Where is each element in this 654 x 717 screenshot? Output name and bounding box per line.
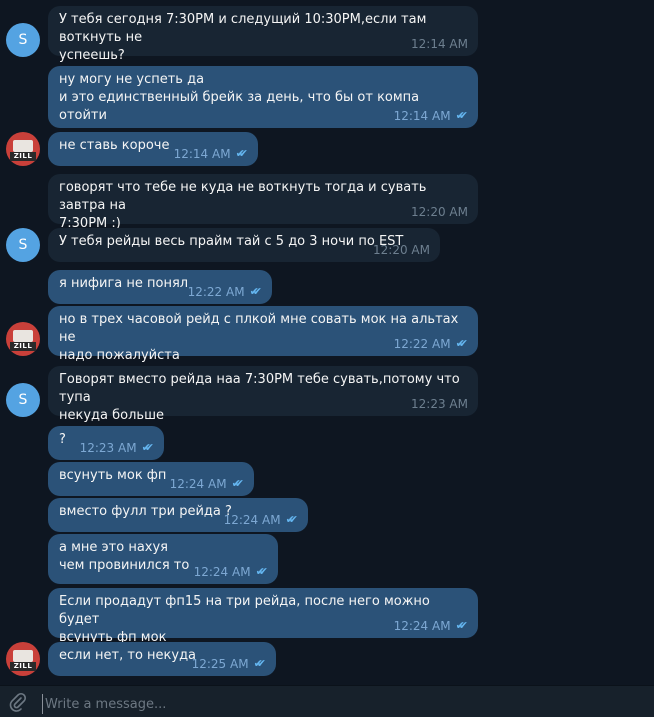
outgoing-message[interactable]: я нифига не понял 12:22 AM ✔✔ bbox=[48, 270, 272, 304]
chat-history: У тебя сегодня 7:30PM и следущий 10:30PM… bbox=[0, 0, 654, 685]
avatar-contact[interactable]: S bbox=[6, 228, 40, 262]
avatar-initial: S bbox=[18, 237, 28, 253]
avatar-self[interactable]: ZILL bbox=[6, 322, 40, 356]
avatar-contact[interactable]: S bbox=[6, 383, 40, 417]
outgoing-message[interactable]: но в трех часовой рейд с плкой мне соват… bbox=[48, 306, 478, 363]
message-meta: 12:25 AM ✔✔ bbox=[191, 657, 267, 671]
double-check-icon: ✔✔ bbox=[231, 477, 245, 490]
message-timestamp: 12:22 AM bbox=[187, 285, 245, 299]
outgoing-message[interactable]: если нет, то некуда 12:25 AM ✔✔ bbox=[48, 642, 276, 676]
message-text: ? bbox=[59, 432, 66, 447]
message-meta: 12:24 AM ✔✔ bbox=[169, 477, 245, 491]
message-meta: 12:23 AM bbox=[411, 397, 468, 411]
double-check-icon: ✔✔ bbox=[253, 657, 267, 670]
message-text: У тебя рейды весь прайм тай с 5 до 3 ноч… bbox=[59, 234, 404, 249]
paperclip-icon[interactable] bbox=[8, 692, 28, 712]
message-timestamp: 12:20 AM bbox=[411, 205, 468, 219]
message-text: ну могу не успеть да и это единственный … bbox=[59, 72, 420, 123]
avatar-label: ZILL bbox=[10, 342, 36, 351]
message-text: вместо фулл три рейда ? bbox=[59, 504, 232, 519]
message-text: я нифига не понял bbox=[59, 276, 189, 291]
incoming-message[interactable]: говорят что тебе не куда не воткнуть тог… bbox=[48, 174, 478, 231]
message-timestamp: 12:22 AM bbox=[393, 337, 451, 351]
double-check-icon: ✔✔ bbox=[235, 147, 249, 160]
outgoing-message[interactable]: не ставь короче 12:14 AM ✔✔ bbox=[48, 132, 258, 166]
avatar-self[interactable]: ZILL bbox=[6, 132, 40, 166]
message-timestamp: 12:25 AM bbox=[191, 657, 249, 671]
avatar-label: ZILL bbox=[10, 152, 36, 161]
message-timestamp: 12:24 AM bbox=[393, 619, 451, 633]
message-meta: 12:24 AM ✔✔ bbox=[193, 565, 269, 579]
avatar-initial: S bbox=[18, 32, 28, 48]
avatar-self[interactable]: ZILL bbox=[6, 642, 40, 676]
double-check-icon: ✔✔ bbox=[455, 337, 469, 350]
avatar-image bbox=[13, 330, 33, 342]
double-check-icon: ✔✔ bbox=[249, 285, 263, 298]
message-input[interactable] bbox=[42, 694, 602, 714]
message-timestamp: 12:14 AM bbox=[411, 37, 468, 51]
double-check-icon: ✔✔ bbox=[455, 619, 469, 632]
outgoing-message[interactable]: ну могу не успеть да и это единственный … bbox=[48, 66, 478, 128]
message-timestamp: 12:23 AM bbox=[79, 441, 137, 455]
double-check-icon: ✔✔ bbox=[141, 441, 155, 454]
message-text: если нет, то некуда bbox=[59, 648, 197, 663]
message-text: говорят что тебе не куда не воткнуть тог… bbox=[59, 180, 427, 231]
message-text: всунуть мок фп bbox=[59, 468, 167, 483]
double-check-icon: ✔✔ bbox=[285, 513, 299, 526]
message-meta: 12:22 AM ✔✔ bbox=[393, 337, 469, 351]
avatar-label: ZILL bbox=[10, 662, 36, 671]
incoming-message[interactable]: У тебя рейды весь прайм тай с 5 до 3 ноч… bbox=[48, 228, 440, 262]
incoming-message[interactable]: Говорят вместо рейда наа 7:30PM тебе сув… bbox=[48, 366, 478, 423]
message-timestamp: 12:14 AM bbox=[173, 147, 231, 161]
message-meta: 12:24 AM ✔✔ bbox=[223, 513, 299, 527]
incoming-message[interactable]: У тебя сегодня 7:30PM и следущий 10:30PM… bbox=[48, 6, 478, 63]
double-check-icon: ✔✔ bbox=[455, 109, 469, 122]
message-timestamp: 12:24 AM bbox=[223, 513, 281, 527]
avatar-contact[interactable]: S bbox=[6, 23, 40, 57]
double-check-icon: ✔✔ bbox=[255, 565, 269, 578]
message-meta: 12:20 AM bbox=[411, 205, 468, 219]
outgoing-message[interactable]: а мне это нахуя чем провинился то 12:24 A… bbox=[48, 534, 278, 584]
message-composer bbox=[0, 685, 654, 717]
outgoing-message[interactable]: всунуть мок фп 12:24 AM ✔✔ bbox=[48, 462, 254, 496]
avatar-initial: S bbox=[18, 392, 28, 408]
message-text: У тебя сегодня 7:30PM и следущий 10:30PM… bbox=[59, 12, 427, 63]
message-text: Если продадут фп15 на три рейда, после н… bbox=[59, 594, 430, 645]
message-text: не ставь короче bbox=[59, 138, 170, 153]
avatar-image bbox=[13, 650, 33, 662]
message-timestamp: 12:23 AM bbox=[411, 397, 468, 411]
message-meta: 12:14 AM ✔✔ bbox=[393, 109, 469, 123]
message-timestamp: 12:24 AM bbox=[169, 477, 227, 491]
message-meta: 12:14 AM bbox=[411, 37, 468, 51]
message-meta: 12:20 AM bbox=[373, 243, 430, 257]
outgoing-message[interactable]: ? 12:23 AM ✔✔ bbox=[48, 426, 164, 460]
message-timestamp: 12:14 AM bbox=[393, 109, 451, 123]
message-timestamp: 12:20 AM bbox=[373, 243, 430, 257]
outgoing-message[interactable]: Если продадут фп15 на три рейда, после н… bbox=[48, 588, 478, 645]
message-meta: 12:23 AM ✔✔ bbox=[79, 441, 155, 455]
message-meta: 12:24 AM ✔✔ bbox=[393, 619, 469, 633]
message-meta: 12:14 AM ✔✔ bbox=[173, 147, 249, 161]
outgoing-message[interactable]: вместо фулл три рейда ? 12:24 AM ✔✔ bbox=[48, 498, 308, 532]
avatar-image bbox=[13, 140, 33, 152]
message-timestamp: 12:24 AM bbox=[193, 565, 251, 579]
message-meta: 12:22 AM ✔✔ bbox=[187, 285, 263, 299]
message-text: а мне это нахуя чем провинился то bbox=[59, 540, 190, 573]
message-text: Говорят вместо рейда наа 7:30PM тебе сув… bbox=[59, 372, 460, 423]
